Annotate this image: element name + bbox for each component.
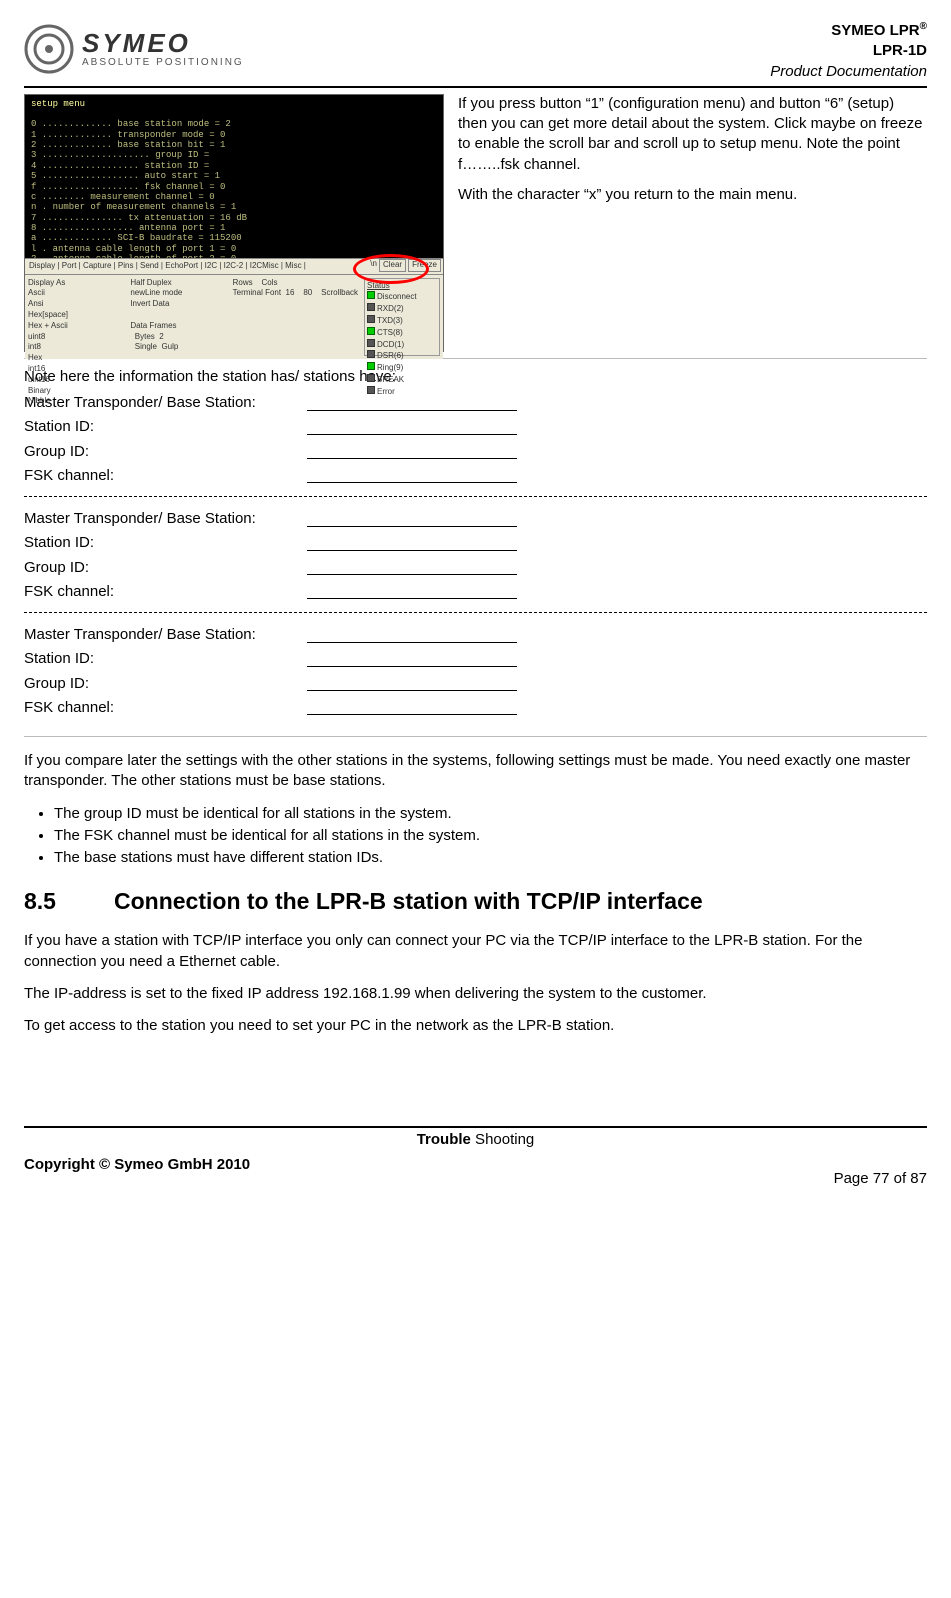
newline-char: \n — [370, 259, 377, 272]
blank-line — [307, 417, 517, 435]
field-label-mt: Master Transponder/ Base Station: — [24, 509, 307, 529]
logo-name: SYMEO — [82, 30, 244, 56]
field-label-fsk: FSK channel: — [24, 698, 307, 718]
blank-line — [307, 625, 517, 643]
led-icon — [367, 303, 375, 311]
field-label-group: Group ID: — [24, 674, 307, 694]
field-row: Group ID: — [24, 674, 927, 694]
led-icon — [367, 386, 375, 394]
footer-rule — [24, 1126, 927, 1128]
field-label-station: Station ID: — [24, 649, 307, 669]
status-led-row: DCD(1) — [367, 339, 437, 351]
led-icon — [367, 291, 375, 299]
led-icon — [367, 315, 375, 323]
page-number: Page 77 of 87 — [834, 1155, 927, 1189]
blank-line — [307, 442, 517, 460]
lower-panel: Display As Ascii Ansi Hex[space] Hex + A… — [25, 275, 443, 359]
field-row: Master Transponder/ Base Station: — [24, 509, 927, 529]
dashed-separator — [24, 496, 927, 497]
blank-line — [307, 466, 517, 484]
field-row: Master Transponder/ Base Station: — [24, 625, 927, 645]
figure-text-row: setup menu 0 ............. base station … — [24, 94, 927, 359]
display-as-col: Display As Ascii Ansi Hex[space] Hex + A… — [28, 278, 124, 356]
section-rule — [24, 736, 927, 737]
blank-line — [307, 649, 517, 667]
blank-line — [307, 533, 517, 551]
status-led-row: Error — [367, 386, 437, 398]
status-led-row: RXD(2) — [367, 303, 437, 315]
field-label-group: Group ID: — [24, 558, 307, 578]
list-item: The FSK channel must be identical for al… — [54, 826, 927, 846]
caption-p2: With the character “x” you return to the… — [458, 185, 927, 205]
led-icon — [367, 374, 375, 382]
clear-button[interactable]: Clear — [379, 259, 406, 272]
section-title: Connection to the LPR-B station with TCP… — [114, 888, 703, 914]
status-led-row: DSR(6) — [367, 350, 437, 362]
field-row: Group ID: — [24, 558, 927, 578]
field-row: Master Transponder/ Base Station: — [24, 393, 927, 413]
blank-line — [307, 582, 517, 600]
options-col: Half Duplex newLine mode Invert Data Dat… — [130, 278, 226, 356]
screenshot-figure: setup menu 0 ............. base station … — [24, 94, 444, 352]
field-row: FSK channel: — [24, 698, 927, 718]
caption-p1: If you press button “1” (configuration m… — [458, 94, 927, 175]
figure-caption-text: If you press button “1” (configuration m… — [458, 94, 927, 352]
section-number: 8.5 — [24, 886, 114, 917]
field-row: Station ID: — [24, 649, 927, 669]
list-item: The group ID must be identical for all s… — [54, 804, 927, 824]
status-led-row: Disconnect — [367, 291, 437, 303]
logo-icon — [24, 24, 74, 74]
page-footer: Trouble Shooting Copyright © Symeo GmbH … — [24, 1126, 927, 1189]
footer-center: Trouble Shooting — [24, 1130, 927, 1150]
header-product: SYMEO LPR — [831, 22, 919, 39]
field-label-fsk: FSK channel: — [24, 582, 307, 602]
led-icon — [367, 327, 375, 335]
body-p1: If you have a station with TCP/IP interf… — [24, 931, 927, 972]
reg-mark: ® — [920, 21, 927, 32]
section-heading: 8.5Connection to the LPR-B station with … — [24, 886, 927, 917]
dashed-separator — [24, 612, 927, 613]
list-item: The base stations must have different st… — [54, 848, 927, 868]
blank-line — [307, 509, 517, 527]
page-header: SYMEO ABSOLUTE POSITIONING SYMEO LPR® LP… — [24, 20, 927, 88]
status-box: Status DisconnectRXD(2)TXD(3)CTS(8)DCD(1… — [364, 278, 440, 356]
status-led-row: Ring(9) — [367, 362, 437, 374]
field-row: Station ID: — [24, 533, 927, 553]
header-right: SYMEO LPR® LPR-1D Product Documentation — [770, 20, 927, 82]
field-row: FSK channel: — [24, 466, 927, 486]
copyright: Copyright © Symeo GmbH 2010 — [24, 1155, 250, 1189]
field-label-station: Station ID: — [24, 533, 307, 553]
bullet-list: The group ID must be identical for all s… — [24, 804, 927, 869]
field-label-station: Station ID: — [24, 417, 307, 437]
freeze-button[interactable]: Freeze — [408, 259, 441, 272]
header-doctype: Product Documentation — [770, 62, 927, 82]
field-row: Group ID: — [24, 442, 927, 462]
body-p3: To get access to the station you need to… — [24, 1016, 927, 1036]
compare-paragraph: If you compare later the settings with t… — [24, 751, 927, 792]
field-row: FSK channel: — [24, 582, 927, 602]
led-icon — [367, 350, 375, 358]
field-label-fsk: FSK channel: — [24, 466, 307, 486]
field-label-mt: Master Transponder/ Base Station: — [24, 625, 307, 645]
note-intro: Note here the information the station ha… — [24, 367, 927, 387]
field-row: Station ID: — [24, 417, 927, 437]
rows-cols-col: Rows Cols Terminal Font 16 80 Scrollback — [233, 278, 358, 356]
terminal-pane: setup menu 0 ............. base station … — [25, 95, 443, 258]
tab-strip: Display | Port | Capture | Pins | Send |… — [25, 258, 443, 275]
blank-line — [307, 558, 517, 576]
body-p2: The IP-address is set to the fixed IP ad… — [24, 984, 927, 1004]
status-led-row: TXD(3) — [367, 315, 437, 327]
logo-tagline: ABSOLUTE POSITIONING — [82, 58, 244, 68]
field-label-mt: Master Transponder/ Base Station: — [24, 393, 307, 413]
led-icon — [367, 362, 375, 370]
led-icon — [367, 339, 375, 347]
status-led-row: CTS(8) — [367, 327, 437, 339]
header-model: LPR-1D — [770, 41, 927, 61]
status-led-row: BREAK — [367, 374, 437, 386]
field-label-group: Group ID: — [24, 442, 307, 462]
blank-line — [307, 698, 517, 716]
logo-block: SYMEO ABSOLUTE POSITIONING — [24, 24, 244, 74]
blank-line — [307, 674, 517, 692]
